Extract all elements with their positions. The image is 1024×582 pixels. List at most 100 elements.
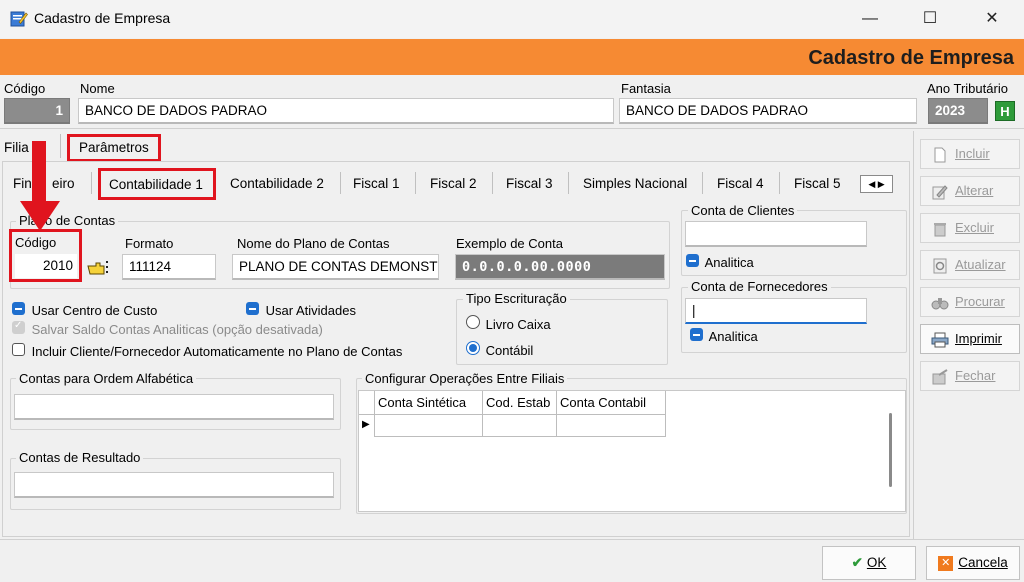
contas-resultado-field[interactable]: [14, 472, 334, 498]
table-cell[interactable]: [483, 415, 557, 437]
nome-plano-label: Nome do Plano de Contas: [237, 236, 390, 251]
nome-plano-field[interactable]: PLANO DE CONTAS DEMONST: [232, 254, 439, 280]
fantasia-label: Fantasia: [621, 81, 671, 96]
title-bar: Cadastro de Empresa — ☐ ✕: [0, 0, 1024, 38]
codigo-field[interactable]: 1: [4, 98, 70, 124]
livro-caixa-option[interactable]: Livro Caixa: [466, 315, 551, 332]
fechar-button[interactable]: Fechar: [920, 361, 1020, 391]
checkbox-icon[interactable]: [686, 254, 699, 267]
atividades-label: Usar Atividades: [265, 303, 356, 318]
excluir-label: Excluir: [955, 220, 995, 235]
tab-fiscal-4[interactable]: Fiscal 4: [717, 176, 764, 191]
contabil-label: Contábil: [485, 343, 534, 358]
atualizar-label: Atualizar: [955, 257, 1006, 272]
tab-contabilidade-1[interactable]: Contabilidade 1: [98, 168, 216, 200]
binoculars-icon: [931, 297, 949, 310]
chevron-right-icon[interactable]: ▶: [878, 179, 885, 189]
table-cell[interactable]: [557, 415, 666, 437]
ano-tributario-field[interactable]: 2023: [928, 98, 988, 124]
tab-separator: [779, 172, 780, 194]
contabil-option[interactable]: Contábil: [466, 341, 533, 358]
incluir-button[interactable]: Incluir: [920, 139, 1020, 169]
contas-resultado-title: Contas de Resultado: [16, 450, 144, 465]
procurar-button[interactable]: Procurar: [920, 287, 1020, 317]
grid-scrollbar[interactable]: [889, 413, 892, 487]
ok-button[interactable]: ✔ OK: [822, 546, 916, 580]
formato-field[interactable]: 111124: [122, 254, 216, 280]
cancel-label: Cancela: [958, 555, 1008, 570]
checkbox-icon[interactable]: [246, 302, 259, 315]
maximize-button[interactable]: ☐: [910, 6, 950, 32]
nome-field[interactable]: BANCO DE DADOS PADRAO: [78, 98, 614, 124]
tab-contabilidade-2[interactable]: Contabilidade 2: [230, 176, 324, 191]
minimize-button[interactable]: —: [850, 6, 890, 32]
livro-caixa-label: Livro Caixa: [485, 317, 551, 332]
plano-codigo-field[interactable]: 2010: [15, 254, 77, 278]
excluir-button[interactable]: Excluir: [920, 213, 1020, 243]
tab-separator: [340, 172, 341, 194]
chevron-left-icon[interactable]: ◀: [868, 179, 875, 189]
conta-clientes-field[interactable]: [685, 221, 867, 247]
radio-selected-icon[interactable]: [466, 341, 480, 355]
tab-separator: [702, 172, 703, 194]
bottom-divider: [0, 539, 1024, 540]
incluir-label: Incluir: [955, 146, 990, 161]
imprimir-button[interactable]: Imprimir: [920, 324, 1020, 354]
trash-icon: [934, 222, 946, 237]
centro-custo-label: Usar Centro de Custo: [31, 303, 158, 318]
fantasia-field[interactable]: BANCO DE DADOS PADRAO: [619, 98, 917, 124]
tab-parametros[interactable]: Parâmetros: [67, 134, 161, 162]
radio-icon[interactable]: [466, 315, 480, 329]
centro-custo-option[interactable]: Usar Centro de Custo: [12, 302, 157, 318]
conta-fornecedores-field[interactable]: |: [685, 298, 867, 324]
checkbox-disabled-icon: [12, 320, 25, 334]
grid-corner: [359, 391, 375, 415]
ok-label: OK: [866, 555, 887, 570]
salvar-saldo-option: Salvar Saldo Contas Analiticas (opção de…: [12, 320, 323, 337]
exemplo-conta-label: Exemplo de Conta: [456, 236, 563, 251]
red-arrow-annotation: [20, 141, 60, 231]
column-header[interactable]: Conta Contabil: [557, 391, 666, 415]
tab-fiscal-1[interactable]: Fiscal 1: [353, 176, 400, 191]
tab-separator: [415, 172, 416, 194]
pointing-hand-search-icon[interactable]: [86, 258, 110, 276]
ano-history-button[interactable]: H: [995, 101, 1015, 121]
codigo-label: Código: [4, 81, 46, 96]
column-header[interactable]: Cod. Estab: [483, 391, 557, 415]
imprimir-label: Imprimir: [955, 331, 1002, 346]
fechar-label: Fechar: [955, 368, 996, 383]
clientes-analitica-option[interactable]: Analitica: [686, 254, 754, 270]
checkbox-icon[interactable]: [12, 343, 25, 356]
filiais-grid[interactable]: Conta Sintética Cod. Estab Conta Contabi…: [358, 390, 906, 512]
alterar-button[interactable]: Alterar: [920, 176, 1020, 206]
atividades-option[interactable]: Usar Atividades: [246, 302, 356, 318]
contas-ordem-field[interactable]: [14, 394, 334, 420]
refresh-icon: [933, 258, 947, 274]
tab-fiscal-3[interactable]: Fiscal 3: [506, 176, 553, 191]
tab-contabilidade-1-label: Contabilidade 1: [109, 177, 203, 192]
new-doc-icon: [934, 147, 946, 163]
checkbox-icon[interactable]: [690, 328, 703, 341]
fornecedores-analitica-label: Analitica: [708, 329, 758, 344]
tab-fiscal-5[interactable]: Fiscal 5: [794, 176, 841, 191]
alterar-label: Alterar: [955, 183, 994, 198]
form-banner: Cadastro de Empresa: [0, 39, 1024, 75]
row-indicator-icon: ▶: [359, 415, 375, 437]
contas-ordem-title: Contas para Ordem Alfabética: [16, 371, 197, 386]
tipo-escrituracao-title: Tipo Escrituração: [463, 291, 570, 306]
column-header[interactable]: Conta Sintética: [375, 391, 483, 415]
tab-fiscal-2[interactable]: Fiscal 2: [430, 176, 477, 191]
close-button[interactable]: ✕: [972, 6, 1012, 32]
app-edit-icon: [10, 11, 28, 27]
cancel-button[interactable]: ✕ Cancela: [926, 546, 1020, 580]
atualizar-button[interactable]: Atualizar: [920, 250, 1020, 280]
side-divider: [913, 131, 914, 539]
incluir-cliente-option[interactable]: Incluir Cliente/Fornecedor Automaticamen…: [12, 343, 402, 359]
operacoes-filiais-title: Configurar Operações Entre Filiais: [362, 371, 568, 386]
fornecedores-analitica-option[interactable]: Analitica: [690, 328, 758, 344]
tab-scroll-buttons[interactable]: ◀ ▶: [860, 175, 893, 193]
window-title: Cadastro de Empresa: [34, 10, 171, 26]
table-cell[interactable]: [375, 415, 483, 437]
tab-simples-nacional[interactable]: Simples Nacional: [583, 176, 687, 191]
checkbox-icon[interactable]: [12, 302, 25, 315]
